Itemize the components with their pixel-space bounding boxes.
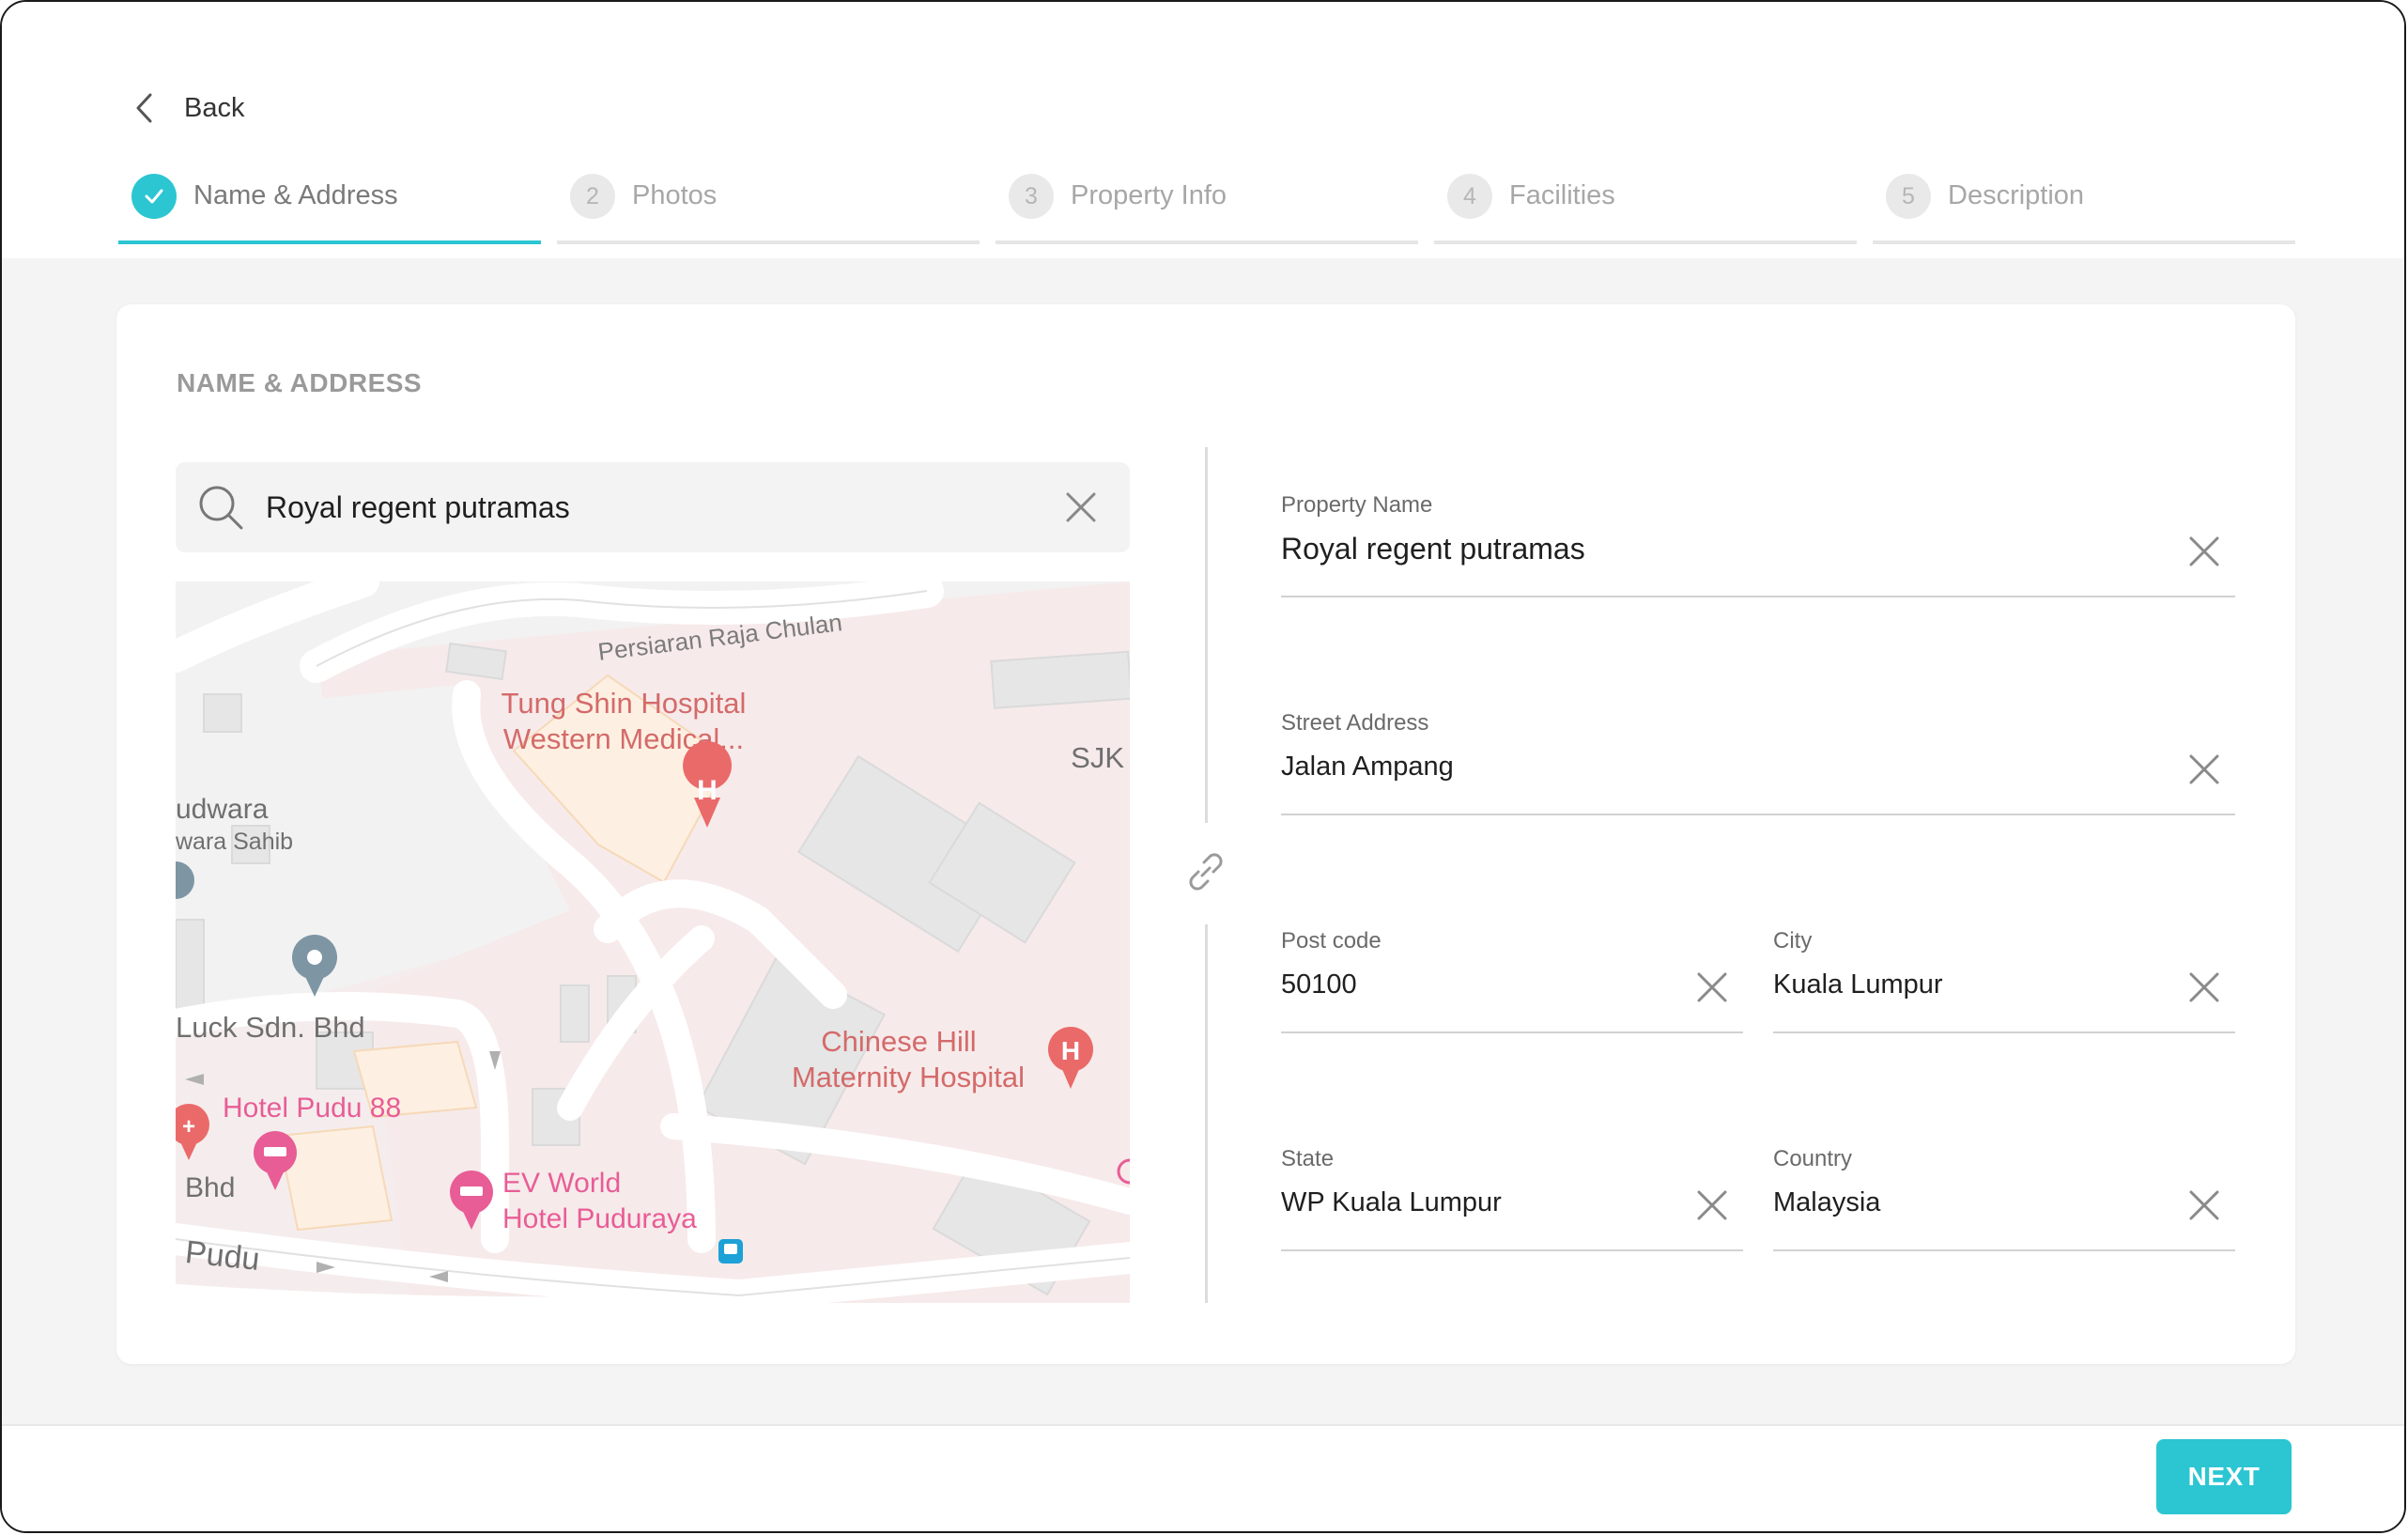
city-field[interactable]: City Kuala Lumpur: [1773, 928, 2235, 1033]
search-icon: [199, 486, 243, 530]
step-property-info[interactable]: 3 Property Info: [996, 171, 1418, 244]
step-number: 2: [570, 174, 615, 219]
map-label-hotel: Hotel Puduraya: [502, 1203, 697, 1234]
step-progress-bar: [1434, 240, 1857, 244]
location-search[interactable]: Royal regent putramas: [176, 462, 1130, 552]
search-input[interactable]: Royal regent putramas: [266, 490, 570, 525]
map-label-business: Luck Sdn. Bhd: [176, 1011, 365, 1044]
field-label: Country: [1773, 1146, 1853, 1171]
post-code-input[interactable]: 50100: [1281, 969, 1357, 1000]
property-name-field[interactable]: Property Name Royal regent putramas: [1281, 492, 2235, 597]
svg-text:+: +: [182, 1114, 195, 1140]
step-label: Property Info: [1071, 180, 1227, 210]
close-icon[interactable]: [2184, 532, 2224, 571]
step-progress-bar: [557, 240, 980, 244]
field-label: State: [1281, 1146, 1335, 1171]
bus-stop-icon[interactable]: [718, 1239, 743, 1264]
city-input[interactable]: Kuala Lumpur: [1773, 969, 1943, 1000]
map-label-hospital: Maternity Hospital: [792, 1061, 1025, 1093]
next-button[interactable]: NEXT: [2156, 1439, 2292, 1514]
header: Back Name & Address 2 Photos 3 Property …: [2, 2, 2404, 258]
close-icon[interactable]: [2184, 968, 2224, 1007]
map-label-school: SJK: [1071, 741, 1124, 774]
state-input[interactable]: WP Kuala Lumpur: [1281, 1187, 1502, 1218]
step-label: Photos: [632, 180, 718, 210]
step-progress-bar: [996, 240, 1418, 244]
svg-text:H: H: [1061, 1036, 1080, 1065]
step-name-address[interactable]: Name & Address: [118, 171, 541, 244]
footer: NEXT: [2, 1424, 2404, 1531]
link-icon[interactable]: [1181, 847, 1230, 896]
step-number: 3: [1009, 174, 1054, 219]
close-icon[interactable]: [1692, 1186, 1732, 1225]
post-code-field[interactable]: Post code 50100: [1281, 928, 1743, 1033]
state-field[interactable]: State WP Kuala Lumpur: [1281, 1146, 1743, 1251]
back-button[interactable]: Back: [131, 85, 244, 132]
vertical-divider: [1205, 924, 1208, 1303]
step-number: 5: [1886, 174, 1931, 219]
step-facilities[interactable]: 4 Facilities: [1434, 171, 1857, 244]
back-label: Back: [184, 92, 245, 123]
step-label: Description: [1948, 180, 2085, 210]
field-label: Post code: [1281, 928, 1382, 954]
section-title: NAME & ADDRESS: [177, 368, 423, 397]
close-icon[interactable]: [1692, 968, 1732, 1007]
close-icon[interactable]: [1060, 487, 1102, 528]
step-progress-bar: [118, 240, 541, 244]
name-address-card: NAME & ADDRESS Royal regent putramas Per…: [116, 304, 2295, 1364]
map-label-gurdwara: wara Sahib: [176, 829, 293, 855]
check-icon: [131, 174, 177, 219]
close-icon[interactable]: [2184, 750, 2224, 789]
property-name-input[interactable]: Royal regent putramas: [1281, 532, 1585, 566]
map-label-business: Bhd: [185, 1172, 235, 1203]
map-label-hotel: EV World: [502, 1168, 621, 1199]
svg-text:H: H: [697, 775, 718, 806]
map-label-hospital: Chinese Hill: [821, 1025, 976, 1058]
step-description[interactable]: 5 Description: [1873, 171, 2295, 244]
map-label-gurdwara: udwara: [176, 794, 269, 825]
map-label-hotel: Hotel Pudu 88: [223, 1093, 401, 1124]
map-canvas[interactable]: Persiaran Raja Chulan Tung Shin Hospital…: [176, 581, 1130, 1303]
chevron-left-icon: [136, 93, 152, 123]
app-window: Back Name & Address 2 Photos 3 Property …: [0, 0, 2406, 1533]
map-view[interactable]: Persiaran Raja Chulan Tung Shin Hospital…: [176, 581, 1130, 1303]
country-field[interactable]: Country Malaysia: [1773, 1146, 2235, 1251]
street-address-input[interactable]: Jalan Ampang: [1281, 752, 1454, 783]
stepper: Name & Address 2 Photos 3 Property Info …: [118, 171, 2297, 244]
step-photos[interactable]: 2 Photos: [557, 171, 980, 244]
close-icon[interactable]: [2184, 1186, 2224, 1225]
step-progress-bar: [1873, 240, 2295, 244]
map-label-hospital: Tung Shin Hospital: [502, 687, 747, 720]
field-label: Property Name: [1281, 492, 1433, 518]
field-label: Street Address: [1281, 710, 1429, 736]
step-label: Name & Address: [193, 180, 398, 210]
step-number: 4: [1447, 174, 1492, 219]
field-label: City: [1773, 928, 1813, 954]
country-input[interactable]: Malaysia: [1773, 1187, 1880, 1218]
step-label: Facilities: [1509, 180, 1615, 210]
vertical-divider: [1205, 447, 1208, 823]
street-address-field[interactable]: Street Address Jalan Ampang: [1281, 710, 2235, 815]
